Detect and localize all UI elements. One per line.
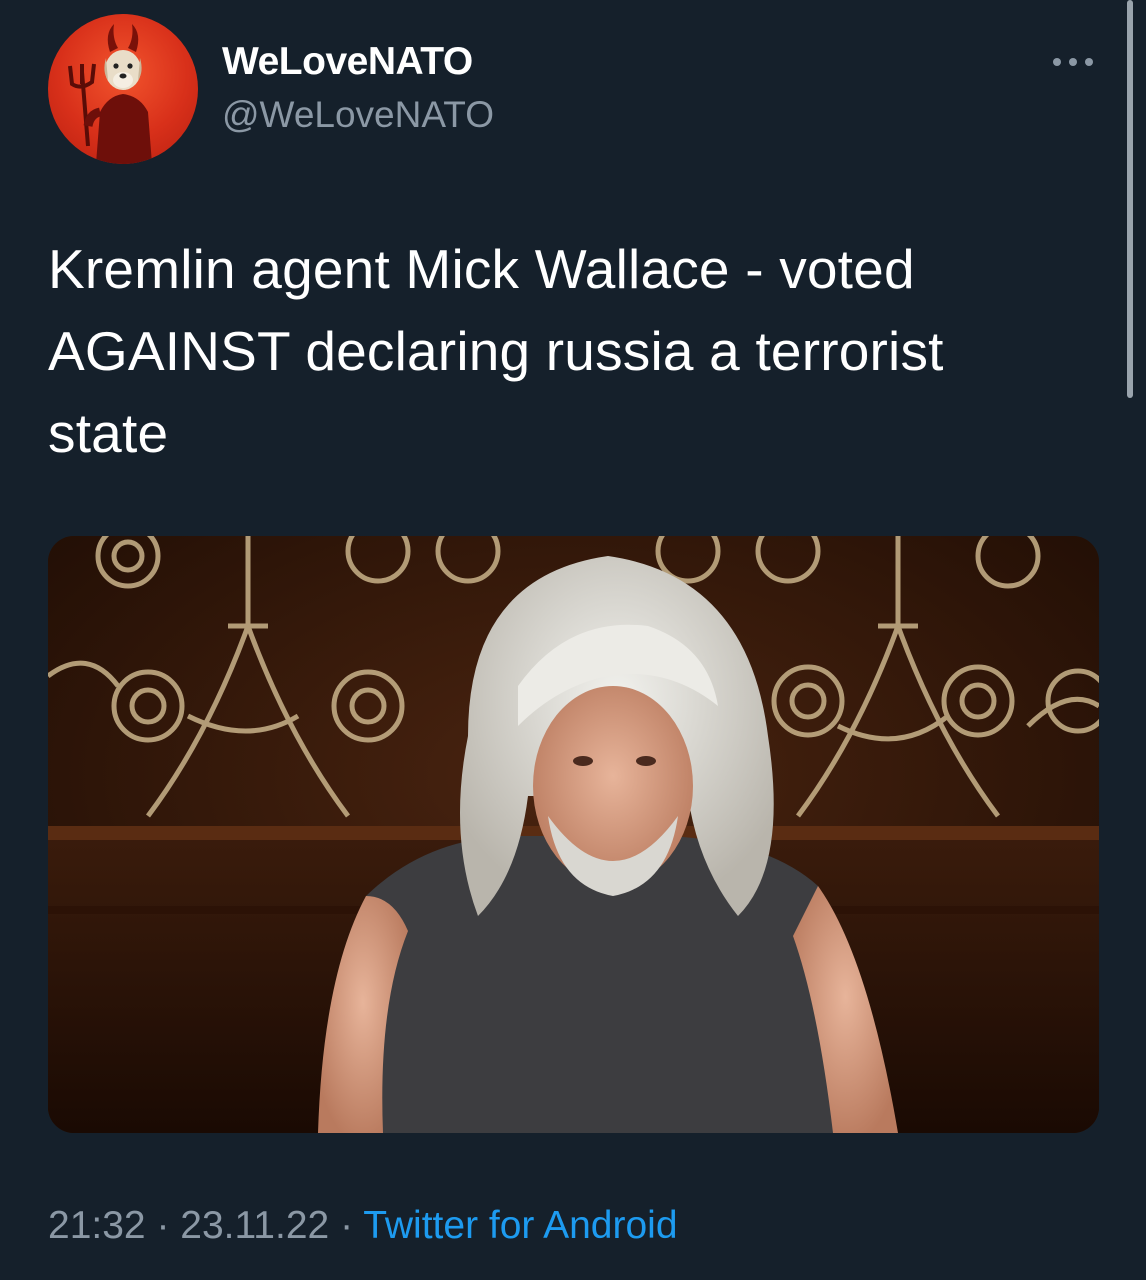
author-display-name[interactable]: WeLoveNATO (222, 40, 473, 84)
tweet-text-line: Kremlin agent Mick Wallace - voted (48, 238, 915, 300)
tweet-photo[interactable] (48, 536, 1099, 1133)
author-handle[interactable]: @WeLoveNATO (222, 94, 494, 136)
tweet-source-link[interactable]: Twitter for Android (363, 1204, 677, 1247)
author-avatar[interactable] (48, 14, 198, 164)
tweet-text-line: state (48, 402, 169, 464)
tweet-time[interactable]: 21:32 (48, 1204, 146, 1247)
meta-separator: · (340, 1204, 354, 1247)
tweet-date[interactable]: 23.11.22 (180, 1204, 329, 1247)
more-options-button[interactable] (1050, 50, 1096, 74)
tweet-text: Kremlin agent Mick Wallace - voted AGAIN… (48, 228, 1078, 474)
meta-separator: · (156, 1204, 170, 1247)
scrollbar[interactable] (1127, 0, 1133, 398)
devil-dog-avatar-icon (68, 24, 152, 164)
tweet-text-line: AGAINST declaring russia a terrorist (48, 320, 944, 382)
photo-content (48, 536, 1099, 1133)
more-horizontal-icon (1053, 58, 1093, 66)
tweet-metadata: 21:32 · 23.11.22 · Twitter for Android (48, 1204, 678, 1248)
